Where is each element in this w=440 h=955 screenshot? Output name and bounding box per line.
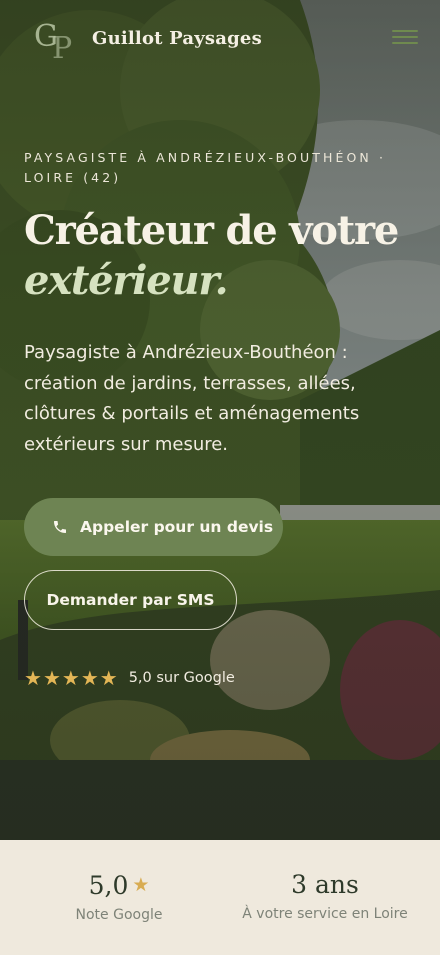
brand-logo[interactable]: G P [26,12,84,66]
svg-text:P: P [52,31,72,66]
headline-line: Créateur de votre [24,207,399,254]
stats-band: 5,0 ★ Note Google 3 ans À votre service e… [0,840,440,955]
star-icon: ★ [99,666,118,690]
hero-headline: Créateur de votre extérieur. [24,206,424,306]
stat-label: À votre service en Loire [242,906,408,922]
rating-text: 5,0 sur Google [128,670,235,686]
google-rating: ★ ★ ★ ★ ★ 5,0 sur Google [24,666,235,690]
site-header: G P Guillot Paysages [0,0,440,80]
sms-request-label: Demander par SMS [46,591,215,609]
phone-icon [52,519,68,535]
stat-google-rating: 5,0 ★ Note Google [36,868,202,923]
star-icon: ★ [132,874,150,896]
star-icon: ★ [42,666,61,690]
star-icon: ★ [24,666,42,690]
hamburger-icon[interactable] [392,30,418,50]
stat-years: 3 ans À votre service en Loire [232,868,418,922]
star-icon: ★ [80,666,99,690]
call-quote-label: Appeler pour un devis [80,518,274,536]
rating-stars: ★ ★ ★ ★ ★ [24,668,119,688]
stat-label: Note Google [75,907,163,923]
stat-value: 5,0 ★ [88,871,150,900]
star-icon: ★ [61,666,80,690]
sms-request-button[interactable]: Demander par SMS [24,570,237,630]
hero-section: G P Guillot Paysages Paysagiste à Andréz… [0,0,440,840]
hero-lead: Paysagiste à Andrézieux-Bouthéon : créat… [24,342,360,455]
headline-accent: extérieur. [24,257,229,304]
hero-eyebrow: Paysagiste à Andrézieux-Bouthéon · Loire… [24,150,387,185]
brand-name[interactable]: Guillot Paysages [92,28,262,49]
stat-value: 3 ans [291,870,359,899]
call-quote-button[interactable]: Appeler pour un devis [24,498,283,556]
